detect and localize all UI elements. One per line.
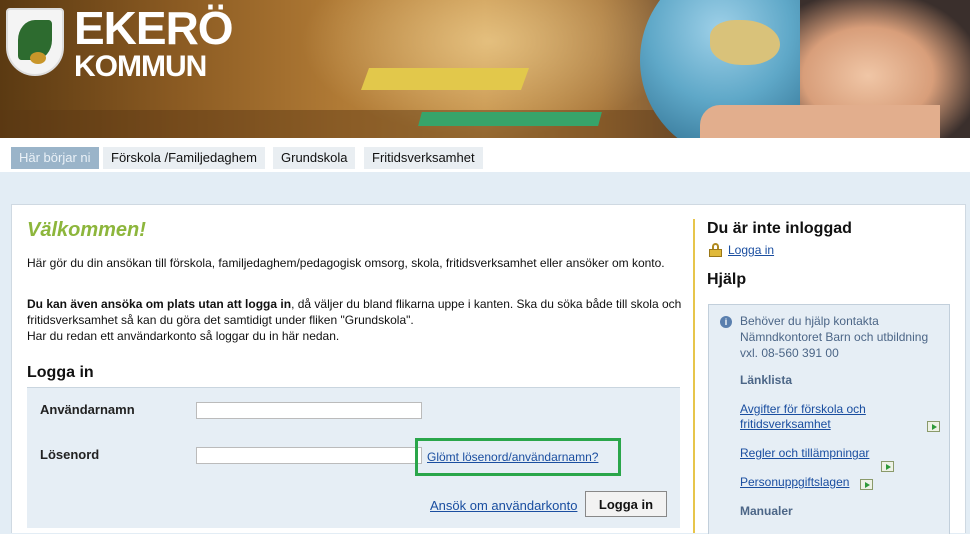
welcome-heading: Välkommen! [27,219,146,241]
help-box: i Behöver du hjälp kontakta Nämndkontore… [708,304,950,534]
link-fees[interactable]: Avgifter för förskola och fritidsverksam… [740,402,910,432]
sidebar-login-link[interactable]: Logga in [728,243,774,257]
info-icon: i [720,316,732,328]
banner-book-green [418,112,602,126]
info-paragraph: Du kan även ansöka om plats utan att log… [27,296,687,328]
tab-bar: Här börjar ni Förskola /Familjedaghem Gr… [0,138,970,172]
municipality-logo[interactable] [6,8,64,76]
forgot-credentials-link[interactable]: Glömt lösenord/användarnamn? [427,450,598,464]
username-label: Användarnamn [40,402,135,417]
username-input[interactable] [196,402,422,419]
brand-line1: EKERÖ [74,2,234,54]
go-arrow-icon[interactable] [881,461,894,472]
lock-icon [709,243,722,257]
info-bold: Du kan även ansöka om plats utan att log… [27,297,292,311]
apply-account-link[interactable]: Ansök om användarkonto [430,498,577,513]
manuals-title: Manualer [740,504,793,518]
header-banner: EKERÖ KOMMUN [0,0,970,138]
brand-line2: KOMMUN [74,50,207,83]
login-form: Användarnamn Lösenord Glömt lösenord/anv… [27,387,680,528]
acorn-icon [30,52,46,64]
banner-book-yellow [360,68,530,90]
link-rules[interactable]: Regler och tillämpningar [740,446,869,461]
brand-name[interactable]: EKERÖ KOMMUN [74,2,234,83]
login-hint: Har du redan ett användarkonto så loggar… [27,329,340,343]
tab-grundskola[interactable]: Grundskola [273,147,356,169]
link-list-title: Länklista [740,373,793,387]
go-arrow-icon[interactable] [860,479,873,490]
password-input[interactable] [196,447,422,464]
go-arrow-icon[interactable] [927,421,940,432]
link-pul[interactable]: Personuppgiftslagen [740,475,849,490]
login-button[interactable]: Logga in [585,491,667,517]
sidebar-divider [693,219,695,533]
tab-fritidsverksamhet[interactable]: Fritidsverksamhet [364,147,483,169]
tab-forskola[interactable]: Förskola /Familjedaghem [103,147,265,169]
intro-text: Här gör du din ansökan till förskola, fa… [27,256,665,270]
tab-har-borjar-ni[interactable]: Här börjar ni [11,147,99,169]
password-label: Lösenord [40,447,100,462]
help-contact-text: Behöver du hjälp kontakta Nämndkontoret … [740,314,929,360]
login-title: Logga in [27,364,94,381]
banner-arm [700,105,940,138]
login-status-title: Du är inte inloggad [707,220,852,237]
forgot-highlight: Glömt lösenord/användarnamn? [415,438,621,476]
help-title: Hjälp [707,271,747,288]
main-panel: Välkommen! Här gör du din ansökan till f… [11,204,966,534]
